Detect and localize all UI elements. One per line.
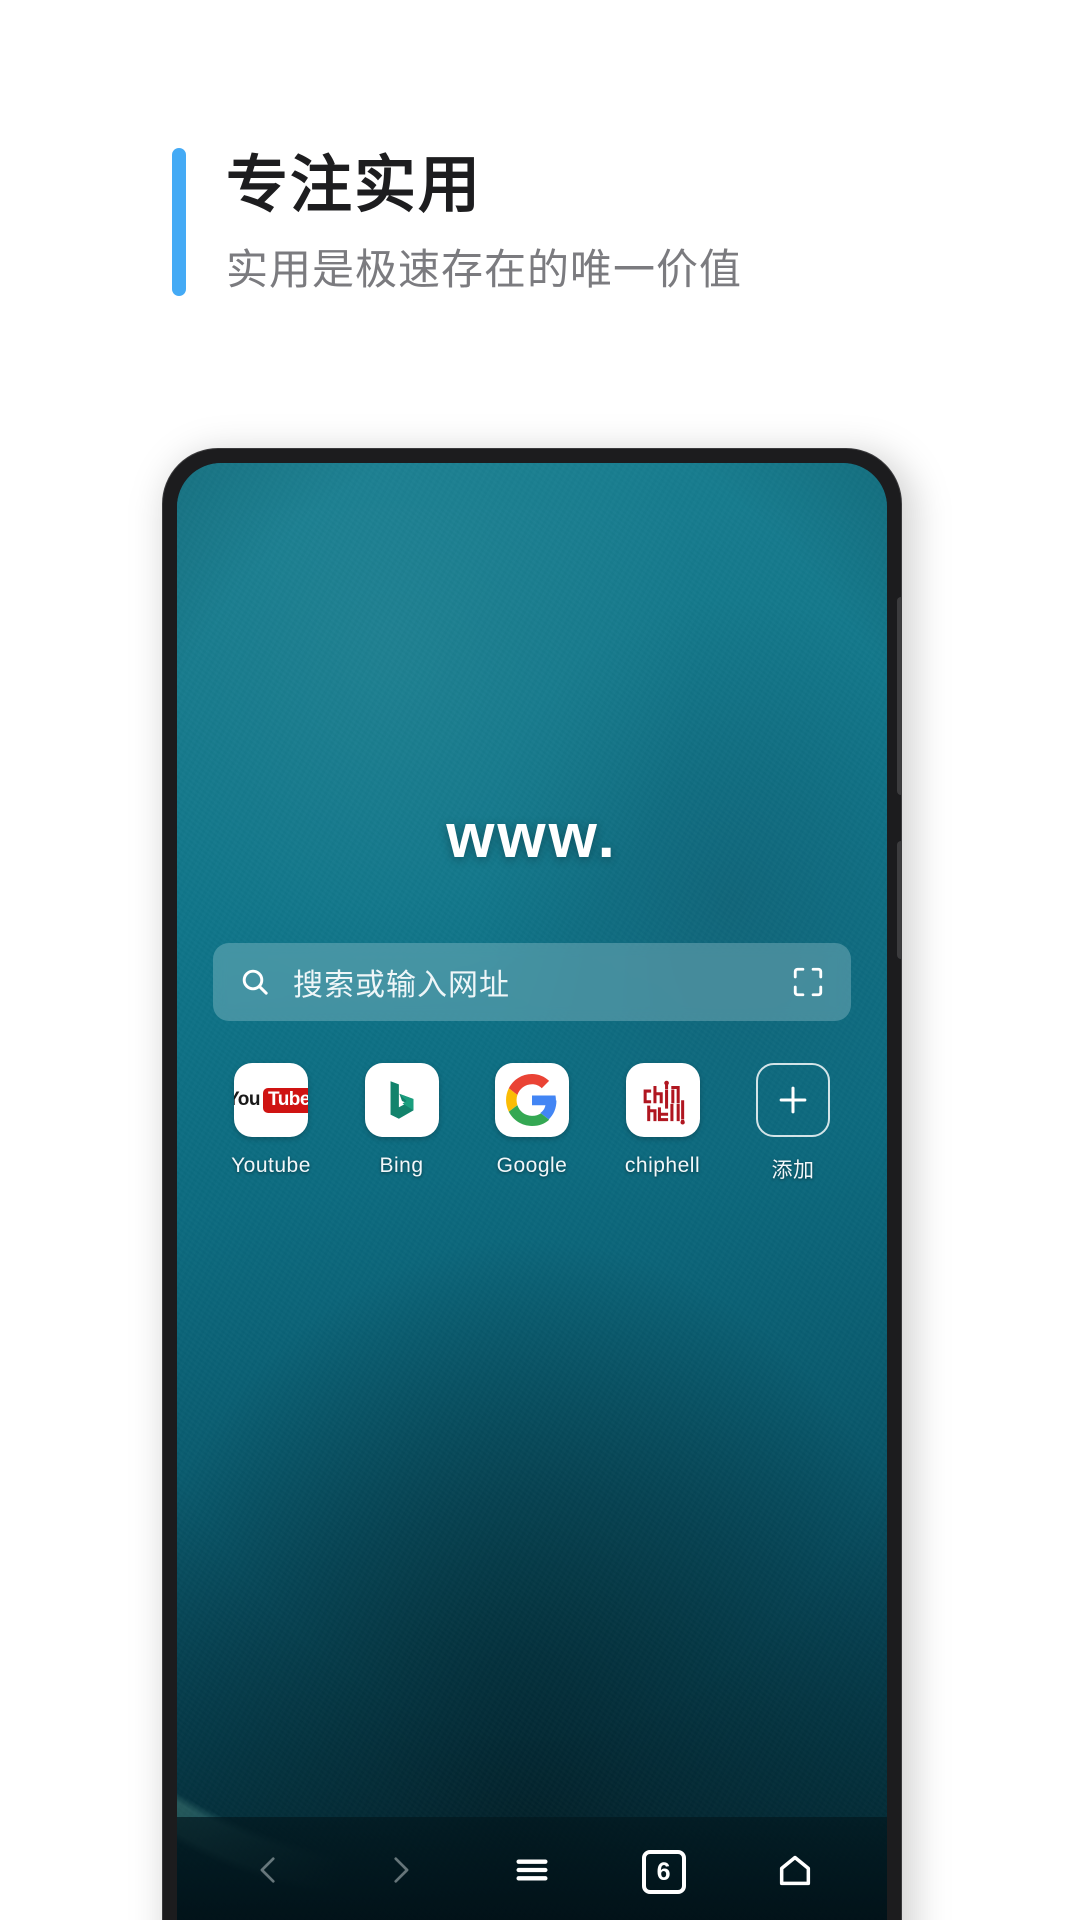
- search-input[interactable]: 搜索或输入网址: [293, 960, 791, 1004]
- browser-bottom-nav: 6: [177, 1817, 887, 1920]
- scan-qr-icon[interactable]: [791, 965, 825, 999]
- chevron-right-icon: [383, 1853, 417, 1892]
- shortcut-chiphell[interactable]: chiphell: [607, 1063, 719, 1184]
- home-icon: [775, 1850, 815, 1895]
- google-icon: [495, 1063, 569, 1137]
- phone-power-button: [897, 841, 901, 959]
- nav-forward-button[interactable]: [357, 1829, 443, 1915]
- nav-menu-button[interactable]: [489, 1829, 575, 1915]
- wallpaper-vignette: [177, 463, 887, 1920]
- shortcut-label: Youtube: [231, 1154, 311, 1177]
- accent-bar: [172, 148, 186, 297]
- phone-mockup: www. 搜索或输入网址 ou Tube Youtube Bing Google…: [162, 448, 902, 1920]
- shortcut-label: 添加: [771, 1159, 815, 1182]
- shortcut-bing[interactable]: Bing: [346, 1063, 458, 1184]
- shortcut-label: Google: [496, 1154, 568, 1177]
- shortcut-youtube[interactable]: YouTube Youtube: [215, 1063, 327, 1184]
- nav-home-button[interactable]: [752, 1829, 838, 1915]
- shortcut-grid: YouTube Youtube Bing: [205, 1063, 859, 1184]
- search-icon: [239, 966, 271, 998]
- chevron-left-icon: [252, 1853, 286, 1892]
- youtube-icon: YouTube: [234, 1063, 308, 1137]
- shortcut-label: Bing: [379, 1154, 424, 1177]
- hamburger-menu-icon: [512, 1850, 552, 1895]
- heading-texts: 专注实用 实用是极速存在的唯一价值: [226, 148, 742, 296]
- shortcut-label: chiphell: [624, 1154, 701, 1177]
- promo-heading: 专注实用 实用是极速存在的唯一价值: [172, 148, 742, 297]
- page-subtitle: 实用是极速存在的唯一价值: [226, 245, 743, 293]
- search-bar[interactable]: 搜索或输入网址: [213, 943, 851, 1021]
- plus-icon: [756, 1063, 830, 1137]
- phone-screen: www. 搜索或输入网址 ou Tube Youtube Bing Google…: [177, 463, 887, 1920]
- chiphell-icon: [625, 1063, 700, 1137]
- promo-page: 专注实用 实用是极速存在的唯一价值 www. 搜索或输入网址 ou Tube Y…: [0, 0, 1080, 1920]
- tab-count-icon: 6: [641, 1850, 686, 1894]
- bing-icon: [364, 1063, 439, 1137]
- shortcut-google[interactable]: Google: [476, 1063, 588, 1184]
- browser-logo: www.: [446, 802, 618, 871]
- shortcut-add[interactable]: 添加: [737, 1063, 849, 1184]
- phone-volume-button: [897, 597, 901, 795]
- page-title: 专注实用: [226, 151, 483, 220]
- nav-back-button[interactable]: [226, 1829, 312, 1915]
- nav-tabs-button[interactable]: 6: [621, 1829, 707, 1915]
